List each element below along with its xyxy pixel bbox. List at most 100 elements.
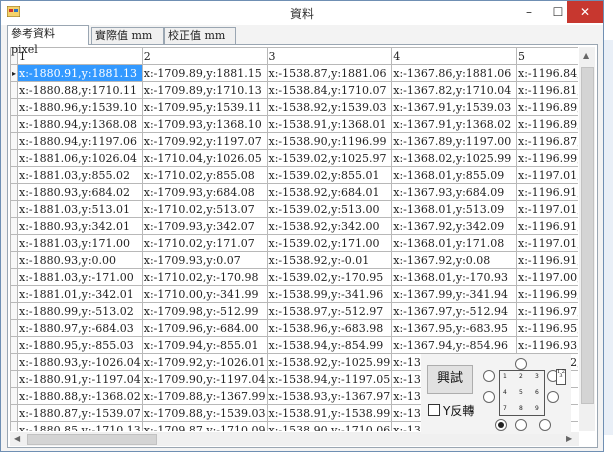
table-cell[interactable]: x:-1538.87,y:1881.06 — [266, 64, 393, 82]
table-cell[interactable]: x:-1880.93,y:684.02 — [17, 183, 143, 201]
table-cell[interactable]: x:-1368.01,y:-170.93 — [391, 268, 518, 286]
table-cell[interactable]: x:-1710.04,y:1026.05 — [141, 149, 268, 167]
vertical-scroll-thumb[interactable] — [581, 67, 594, 404]
table-cell[interactable]: x:-1196.97,y:-512.92 — [516, 302, 578, 320]
table-cell[interactable]: x:-1367.82,y:1710.04 — [391, 81, 518, 99]
table-cell[interactable]: x:-1538.94,y:-854.99 — [266, 336, 393, 354]
row-header[interactable] — [10, 353, 19, 371]
row-header[interactable] — [10, 200, 19, 218]
row-header[interactable] — [10, 81, 19, 99]
table-cell[interactable]: x:-1196.91,y:684.01 — [516, 183, 578, 201]
table-cell[interactable]: x:-1538.90,y:-1710.06 — [266, 421, 393, 431]
table-cell[interactable]: x:-1539.02,y:171.00 — [266, 234, 393, 252]
table-cell[interactable]: x:-1881.06,y:1026.04 — [17, 149, 143, 167]
table-cell[interactable]: x:-1881.03,y:171.00 — [17, 234, 143, 252]
table-cell[interactable]: x:-1709.98,y:-512.99 — [141, 302, 268, 320]
table-cell[interactable]: x:-1538.92,y:342.00 — [266, 217, 393, 235]
position-radio-top[interactable] — [515, 358, 527, 370]
table-cell[interactable]: x:-1196.89,y:1368.04 — [516, 115, 578, 133]
row-header[interactable]: ▸ — [10, 64, 19, 82]
table-cell[interactable]: x:-1880.91,y:-1197.04 — [17, 370, 143, 388]
table-cell[interactable]: x:-1709.92,y:-1026.01 — [141, 353, 268, 371]
table-cell[interactable]: x:-1880.91,y:1881.13 — [17, 64, 143, 82]
table-cell[interactable]: x:-1881.03,y:855.02 — [17, 166, 143, 184]
table-cell[interactable]: x:-1709.93,y:342.07 — [141, 217, 268, 235]
checkbox-icon[interactable] — [428, 404, 440, 416]
table-cell[interactable]: x:-1709.87,y:-1710.09 — [141, 421, 268, 431]
table-cell[interactable]: x:-1196.91,y:342.00 — [516, 217, 578, 235]
table-cell[interactable]: x:-1197.01,y:855.01 — [516, 166, 578, 184]
row-header[interactable] — [10, 166, 19, 184]
column-header[interactable]: 5 — [516, 47, 578, 65]
table-cell[interactable]: x:-1880.94,y:1197.06 — [17, 132, 143, 150]
row-header[interactable] — [10, 183, 19, 201]
table-cell[interactable]: x:-1881.03,y:-171.00 — [17, 268, 143, 286]
table-cell[interactable]: x:-1709.92,y:1197.07 — [141, 132, 268, 150]
table-cell[interactable]: x:-1367.86,y:1881.06 — [391, 64, 518, 82]
table-cell[interactable]: x:-1367.92,y:0.08 — [391, 251, 518, 269]
minimize-button[interactable]: – — [514, 1, 544, 23]
scroll-left-icon[interactable]: ◀ — [14, 434, 20, 443]
table-cell[interactable]: x:-1880.95,y:-855.03 — [17, 336, 143, 354]
table-cell[interactable]: x:-1538.92,y:684.01 — [266, 183, 393, 201]
table-cell[interactable]: x:-1368.01,y:513.09 — [391, 200, 518, 218]
table-cell[interactable]: x:-1538.96,y:-683.98 — [266, 319, 393, 337]
row-header[interactable] — [10, 404, 19, 422]
table-cell[interactable]: x:-1539.02,y:513.00 — [266, 200, 393, 218]
table-cell[interactable]: x:-1709.89,y:1710.13 — [141, 81, 268, 99]
table-cell[interactable]: x:-1538.91,y:-1538.99 — [266, 404, 393, 422]
table-cell[interactable]: x:-1880.97,y:-684.03 — [17, 319, 143, 337]
table-cell[interactable]: x:-1709.95,y:1539.11 — [141, 98, 268, 116]
row-header[interactable] — [10, 234, 19, 252]
table-cell[interactable]: x:-1880.96,y:1539.10 — [17, 98, 143, 116]
table-cell[interactable]: x:-1196.87,y:1197.02 — [516, 132, 578, 150]
table-cell[interactable]: x:-1880.94,y:1368.08 — [17, 115, 143, 133]
table-cell[interactable]: x:-1196.99,y:-341.91 — [516, 285, 578, 303]
tab-corrected-mm[interactable]: 校正值 mm — [164, 27, 236, 44]
table-cell[interactable]: x:-1539.02,y:855.01 — [266, 166, 393, 184]
table-cell[interactable]: x:-1880.87,y:-1539.07 — [17, 404, 143, 422]
table-cell[interactable]: x:-1538.92,y:1539.03 — [266, 98, 393, 116]
column-header[interactable]: 3 — [266, 47, 393, 65]
table-cell[interactable]: x:-1367.95,y:-683.95 — [391, 319, 518, 337]
position-radio-bottom-right[interactable] — [539, 419, 551, 431]
table-cell[interactable]: x:-1880.88,y:1710.11 — [17, 81, 143, 99]
y-flip-checkbox[interactable]: Y反轉 — [428, 402, 474, 419]
row-header[interactable] — [10, 132, 19, 150]
column-header[interactable]: 4 — [391, 47, 518, 65]
table-cell[interactable]: x:-1709.94,y:-855.01 — [141, 336, 268, 354]
row-header[interactable] — [10, 268, 19, 286]
position-radio-bottom-left[interactable] — [495, 419, 507, 431]
table-cell[interactable]: x:-1196.95,y:-683.93 — [516, 319, 578, 337]
table-cell[interactable]: x:-1709.90,y:-1197.04 — [141, 370, 268, 388]
table-cell[interactable]: x:-1367.93,y:684.09 — [391, 183, 518, 201]
table-cell[interactable]: x:-1368.01,y:855.09 — [391, 166, 518, 184]
table-cell[interactable]: x:-1880.85,y:-1710.13 — [17, 421, 143, 431]
position-radio-bottom[interactable] — [515, 419, 527, 431]
row-header[interactable] — [10, 319, 19, 337]
table-cell[interactable]: x:-1880.99,y:-513.02 — [17, 302, 143, 320]
row-header[interactable] — [10, 421, 19, 431]
table-cell[interactable]: x:-1539.02,y:-170.95 — [266, 268, 393, 286]
position-radio-top-left[interactable] — [483, 370, 495, 382]
table-cell[interactable]: x:-1367.91,y:1539.03 — [391, 98, 518, 116]
table-cell[interactable]: x:-1538.93,y:-1367.97 — [266, 387, 393, 405]
row-header[interactable] — [10, 302, 19, 320]
column-header[interactable]: 2 — [141, 47, 268, 65]
table-cell[interactable]: x:-1367.92,y:342.09 — [391, 217, 518, 235]
table-cell[interactable]: x:-1710.02,y:513.07 — [141, 200, 268, 218]
table-cell[interactable]: x:-1196.99,y:1026.00 — [516, 149, 578, 167]
table-cell[interactable]: x:-1538.92,y:-1025.99 — [266, 353, 393, 371]
table-cell[interactable]: x:-1196.84,y:1881.09 — [516, 64, 578, 82]
table-cell[interactable]: x:-1197.00,y:-170.90 — [516, 268, 578, 286]
table-cell[interactable]: x:-1368.01,y:171.08 — [391, 234, 518, 252]
row-header[interactable] — [10, 336, 19, 354]
table-cell[interactable]: x:-1538.99,y:-341.96 — [266, 285, 393, 303]
row-header[interactable] — [10, 251, 19, 269]
table-cell[interactable]: x:-1709.89,y:1881.15 — [141, 64, 268, 82]
tab-reference-pixel[interactable]: 參考資料 pixel — [7, 25, 89, 56]
table-cell[interactable]: x:-1880.93,y:-1026.04 — [17, 353, 143, 371]
table-cell[interactable]: x:-1538.91,y:1368.01 — [266, 115, 393, 133]
table-cell[interactable]: x:-1367.99,y:-341.94 — [391, 285, 518, 303]
table-cell[interactable]: x:-1368.02,y:1025.99 — [391, 149, 518, 167]
